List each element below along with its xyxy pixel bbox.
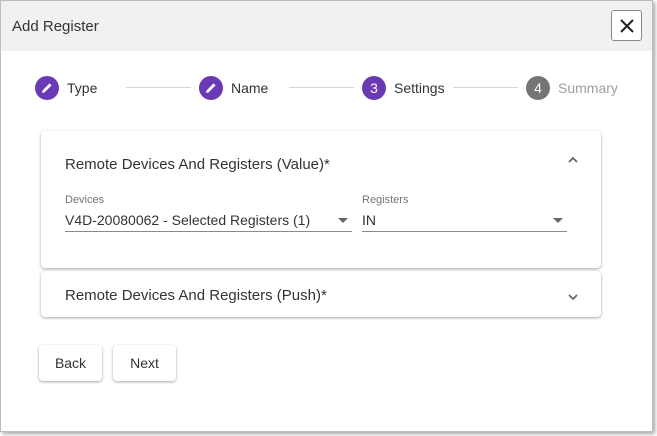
step-type[interactable]: Type xyxy=(35,75,97,101)
dialog-title: Add Register xyxy=(12,18,99,35)
step-settings-number: 3 xyxy=(362,76,386,100)
dialog-titlebar: Add Register xyxy=(1,1,652,51)
step-name-circle xyxy=(199,76,223,100)
step-connector xyxy=(289,87,354,88)
add-register-dialog: Add Register Type Name 3 Settings 4 Summ… xyxy=(0,0,653,432)
close-icon xyxy=(619,18,634,33)
step-summary-label: Summary xyxy=(558,80,618,96)
step-name[interactable]: Name xyxy=(199,75,268,101)
step-connector xyxy=(126,87,191,88)
stepper: Type Name 3 Settings 4 Summary xyxy=(1,75,652,103)
pencil-icon xyxy=(42,83,52,93)
registers-select[interactable]: IN xyxy=(362,210,567,232)
step-settings[interactable]: 3 Settings xyxy=(362,75,445,101)
pencil-icon xyxy=(206,83,216,93)
close-button[interactable] xyxy=(611,10,642,41)
devices-select[interactable]: V4D-20080062 - Selected Registers (1) xyxy=(65,210,352,232)
registers-select-value: IN xyxy=(362,212,376,228)
dropdown-arrow-icon xyxy=(553,218,563,223)
registers-caption: Registers xyxy=(362,194,409,206)
step-settings-label: Settings xyxy=(394,80,445,96)
devices-select-value: V4D-20080062 - Selected Registers (1) xyxy=(65,212,311,228)
chevron-up-icon[interactable] xyxy=(566,153,580,167)
step-name-label: Name xyxy=(231,80,269,96)
step-type-circle xyxy=(35,76,59,100)
dropdown-arrow-icon xyxy=(338,218,348,223)
push-panel[interactable]: Remote Devices And Registers (Push)* xyxy=(41,271,601,317)
step-summary-number: 4 xyxy=(526,76,550,100)
push-panel-title[interactable]: Remote Devices And Registers (Push)* xyxy=(65,287,327,304)
chevron-down-icon[interactable] xyxy=(566,290,580,304)
step-connector xyxy=(453,87,518,88)
step-summary[interactable]: 4 Summary xyxy=(526,75,618,101)
step-type-label: Type xyxy=(67,80,98,96)
value-panel-title[interactable]: Remote Devices And Registers (Value)* xyxy=(65,156,330,173)
back-button[interactable]: Back xyxy=(39,345,102,381)
next-button[interactable]: Next xyxy=(113,345,176,381)
devices-caption: Devices xyxy=(65,194,105,206)
value-panel: Remote Devices And Registers (Value)* De… xyxy=(41,131,601,268)
